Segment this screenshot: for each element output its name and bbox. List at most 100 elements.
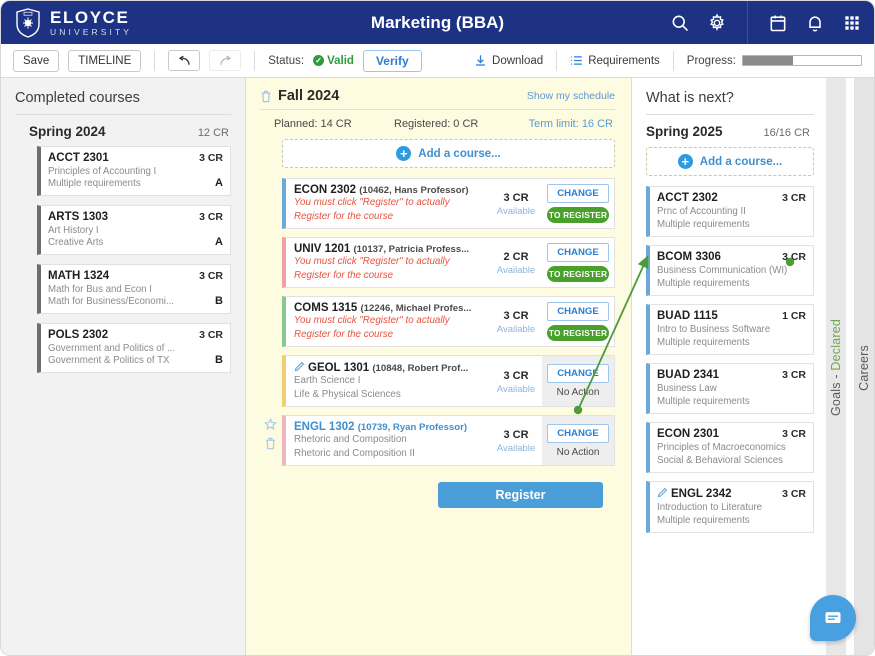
next-course-card[interactable]: ACCT 2302 3 CR Prnc of Accounting II Mul…	[646, 186, 814, 237]
to-register-button[interactable]: TO REGISTER	[547, 266, 609, 282]
change-button[interactable]: CHANGE	[547, 424, 609, 443]
course-requirement: Life & Physical Sciences	[294, 389, 484, 402]
course-code: MATH 1324	[48, 270, 109, 282]
application-window: ELOYCE UNIVERSITY Marketing (BBA)	[0, 0, 875, 656]
next-course-list: ACCT 2302 3 CR Prnc of Accounting II Mul…	[646, 186, 814, 533]
requirements-label: Requirements	[588, 55, 660, 67]
course-warning-line-1: You must click "Register" to actually	[294, 315, 484, 328]
progress-indicator: Progress:	[687, 55, 862, 67]
careers-tab-label: Careers	[857, 345, 871, 391]
chat-bubble-icon	[823, 608, 843, 628]
goals-state: Declared	[829, 319, 843, 371]
register-button[interactable]: Register	[438, 482, 603, 508]
course-credits: 3 CR	[503, 310, 528, 322]
course-requirement: Multiple requirements	[657, 515, 806, 526]
next-course-card[interactable]: ENGL 2342 3 CR Introduction to Literatur…	[646, 481, 814, 533]
plan-course-card[interactable]: ENGL 1302 (10739, Ryan Professor) Rhetor…	[282, 415, 615, 466]
apps-grid-icon[interactable]	[842, 13, 862, 33]
course-code: POLS 2302	[48, 329, 108, 341]
download-button[interactable]: Download	[474, 54, 543, 67]
planned-credits: Planned: 14 CR	[274, 118, 394, 130]
to-register-button[interactable]: TO REGISTER	[547, 207, 609, 223]
gear-icon[interactable]	[707, 13, 727, 33]
term-limit[interactable]: Term limit: 16 CR	[529, 118, 613, 130]
completed-course-card[interactable]: POLS 2302 3 CR Government and Politics o…	[37, 323, 231, 373]
course-name: Math for Bus and Econ I	[48, 284, 223, 295]
next-course-card[interactable]: BUAD 1115 1 CR Intro to Business Softwar…	[646, 304, 814, 355]
course-credits: 3 CR	[199, 211, 223, 223]
change-button[interactable]: CHANGE	[547, 243, 609, 262]
course-credits: 3 CR	[782, 192, 806, 204]
change-button[interactable]: CHANGE	[547, 364, 609, 383]
bell-icon[interactable]	[805, 13, 825, 33]
course-actions: CHANGE No Action	[542, 416, 614, 465]
course-warning-line-2: Register for the course	[294, 270, 484, 283]
undo-button[interactable]	[168, 50, 200, 71]
course-credits: 2 CR	[503, 251, 528, 263]
star-icon[interactable]	[264, 418, 277, 431]
course-credits: 3 CR	[199, 329, 223, 341]
course-code: ENGL 2342	[657, 487, 732, 500]
completed-course-card[interactable]: ARTS 1303 3 CR Art History I Creative Ar…	[37, 205, 231, 255]
course-code: ARTS 1303	[48, 211, 108, 223]
course-actions: CHANGE No Action	[542, 356, 614, 406]
trash-icon[interactable]	[260, 90, 272, 103]
plan-course-card[interactable]: ECON 2302 (10462, Hans Professor) You mu…	[282, 178, 615, 229]
course-code: BCOM 3306	[657, 251, 721, 263]
app-header: ELOYCE UNIVERSITY Marketing (BBA)	[1, 1, 874, 44]
trash-icon[interactable]	[264, 437, 277, 450]
change-button[interactable]: CHANGE	[547, 184, 609, 203]
status-label: Status:	[268, 55, 304, 67]
course-credits: 1 CR	[782, 310, 806, 322]
goals-tab-label: Goals - Declared	[829, 319, 843, 416]
careers-tab[interactable]: Careers	[854, 78, 874, 656]
progress-label: Progress:	[687, 55, 736, 67]
current-term-name: Fall 2024	[278, 88, 339, 104]
course-requirement: Social & Behavioral Sciences	[657, 455, 806, 466]
course-credits: 3 CR	[503, 370, 528, 382]
university-logo[interactable]: ELOYCE UNIVERSITY	[15, 8, 132, 38]
next-course-card[interactable]: ECON 2301 3 CR Principles of Macroeconom…	[646, 422, 814, 473]
next-term-header: Spring 2025 16/16 CR	[646, 124, 814, 147]
course-actions: CHANGE TO REGISTER	[542, 179, 614, 228]
plan-course-card[interactable]: COMS 1315 (12246, Michael Profes... You …	[282, 296, 615, 347]
change-button[interactable]: CHANGE	[547, 302, 609, 321]
course-title: GEOL 1301 (10848, Robert Prof...	[294, 361, 484, 374]
next-course-card[interactable]: BCOM 3306 3 CR Business Communication (W…	[646, 245, 814, 296]
to-register-button[interactable]: TO REGISTER	[547, 325, 609, 341]
save-button[interactable]: Save	[13, 50, 59, 72]
completed-course-card[interactable]: ACCT 2301 3 CR Principles of Accounting …	[37, 146, 231, 196]
course-credit-block: 3 CR Available	[490, 179, 542, 228]
header-divider	[747, 1, 748, 44]
what-is-next-title: What is next?	[646, 90, 814, 114]
show-my-schedule-link[interactable]: Show my schedule	[527, 90, 615, 102]
goals-tab[interactable]: Goals - Declared	[826, 78, 846, 656]
course-warning-line-2: Register for the course	[294, 211, 484, 224]
verify-button[interactable]: Verify	[363, 50, 422, 72]
course-credits: 3 CR	[199, 270, 223, 282]
requirements-button[interactable]: Requirements	[570, 54, 660, 67]
chat-button[interactable]	[810, 595, 856, 641]
add-course-button-next[interactable]: + Add a course...	[646, 147, 814, 176]
divider	[15, 114, 231, 115]
course-code: BUAD 1115	[657, 310, 718, 322]
divider	[646, 114, 814, 115]
plan-course-card[interactable]: GEOL 1301 (10848, Robert Prof... Earth S…	[282, 355, 615, 407]
course-name: Principles of Macroeconomics	[657, 442, 806, 453]
course-title: ENGL 1302 (10739, Ryan Professor)	[294, 421, 484, 433]
pencil-icon	[657, 487, 668, 498]
completed-course-card[interactable]: MATH 1324 3 CR Math for Bus and Econ I M…	[37, 264, 231, 314]
calendar-icon[interactable]	[768, 13, 788, 33]
next-course-card[interactable]: BUAD 2341 3 CR Business Law Multiple req…	[646, 363, 814, 414]
search-icon[interactable]	[670, 13, 690, 33]
undo-arrow-icon	[177, 55, 192, 67]
registered-credits: Registered: 0 CR	[394, 118, 529, 130]
timeline-button[interactable]: TIMELINE	[68, 50, 141, 72]
header-actions	[670, 1, 862, 44]
redo-button[interactable]	[209, 50, 241, 71]
course-credits: 3 CR	[782, 369, 806, 381]
plan-course-list: ECON 2302 (10462, Hans Professor) You mu…	[260, 178, 615, 466]
add-course-button-plan[interactable]: + Add a course...	[282, 139, 615, 168]
plan-course-card[interactable]: UNIV 1201 (10137, Patricia Profess... Yo…	[282, 237, 615, 288]
divider	[260, 109, 615, 110]
